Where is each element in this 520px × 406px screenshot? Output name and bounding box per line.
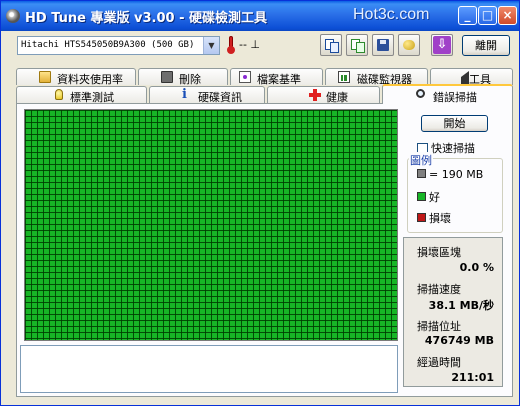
minimize-button[interactable]: _ (458, 6, 477, 25)
tab-file-benchmark[interactable]: 檔案基準 (230, 68, 323, 86)
temperature-readout: -- ⊥ (239, 38, 261, 51)
scan-speed-label: 掃描速度 (417, 283, 461, 296)
info-icon: i (182, 87, 187, 102)
watermark-text: Hot3c.com (353, 6, 430, 23)
legend-title: 圖例 (409, 152, 433, 168)
green-square-icon (417, 192, 426, 201)
exit-button[interactable]: 離開 (462, 35, 510, 56)
chevron-down-icon[interactable]: ▼ (203, 37, 219, 54)
damaged-blocks-value: 0.0 % (459, 261, 494, 274)
scan-block-map (24, 109, 398, 341)
download-icon: ⇩ (433, 36, 451, 54)
file-benchmark-icon (239, 71, 251, 83)
folder-icon (39, 71, 51, 83)
save-button[interactable] (372, 34, 394, 56)
tab-erase[interactable]: 刪除 (138, 68, 228, 86)
legend-damaged: 損壞 (417, 210, 451, 226)
save-icon (377, 39, 389, 51)
tab-health[interactable]: 健康 (267, 86, 380, 104)
start-button[interactable]: 開始 (421, 115, 488, 132)
bulb-icon (55, 89, 63, 100)
elapsed-time-label: 經過時間 (417, 356, 461, 369)
hdtune-logo-icon (6, 9, 20, 23)
scan-position-label: 掃描位址 (417, 320, 461, 333)
options-icon (403, 40, 415, 50)
drive-select[interactable]: Hitachi HTS545050B9A300 (500 GB) ▼ (17, 36, 220, 55)
close-button[interactable]: × (498, 6, 517, 25)
window-title: HD Tune 專業版 v3.00 - 硬碟檢測工具 (25, 11, 268, 26)
tab-benchmark[interactable]: 標準測試 (16, 86, 147, 104)
gray-square-icon (417, 169, 426, 178)
tab-tools[interactable]: 工具 (430, 68, 513, 95)
legend-block-size: = 190 MB (417, 168, 483, 181)
tab-drive-info[interactable]: i 硬碟資訊 (149, 86, 265, 104)
title-bar[interactable]: HD Tune 專業版 v3.00 - 硬碟檢測工具 Hot3c.com _ □… (1, 1, 519, 31)
damaged-blocks-label: 損壞區塊 (417, 246, 461, 259)
tab-disk-monitor[interactable]: 磁碟監視器 (325, 68, 428, 86)
drive-select-value: Hitachi HTS545050B9A300 (500 GB) (21, 40, 195, 50)
tab-folder-usage[interactable]: 資料夾使用率 (16, 68, 136, 86)
elapsed-time-value: 211:01 (451, 371, 494, 384)
trash-icon (161, 71, 173, 83)
copy-text-button[interactable] (320, 34, 342, 56)
health-cross-icon (309, 89, 321, 101)
thermometer-icon (227, 36, 235, 54)
options-button[interactable] (398, 34, 420, 56)
quick-scan-label: 快速掃描 (431, 142, 475, 155)
scan-log[interactable] (20, 345, 398, 393)
monitor-icon (338, 71, 350, 83)
red-square-icon (417, 213, 426, 222)
magnifier-icon (416, 89, 425, 98)
app-window: HD Tune 專業版 v3.00 - 硬碟檢測工具 Hot3c.com _ □… (0, 0, 520, 406)
scan-speed-value: 38.1 MB/秒 (428, 299, 494, 312)
maximize-button[interactable]: □ (478, 6, 497, 25)
copy-screen-button[interactable] (346, 34, 368, 56)
download-button[interactable]: ⇩ (431, 34, 453, 56)
legend-good: 好 (417, 189, 440, 205)
scan-position-value: 476749 MB (424, 334, 494, 347)
tab-error-scan[interactable]: 錯誤掃描 (382, 84, 513, 104)
